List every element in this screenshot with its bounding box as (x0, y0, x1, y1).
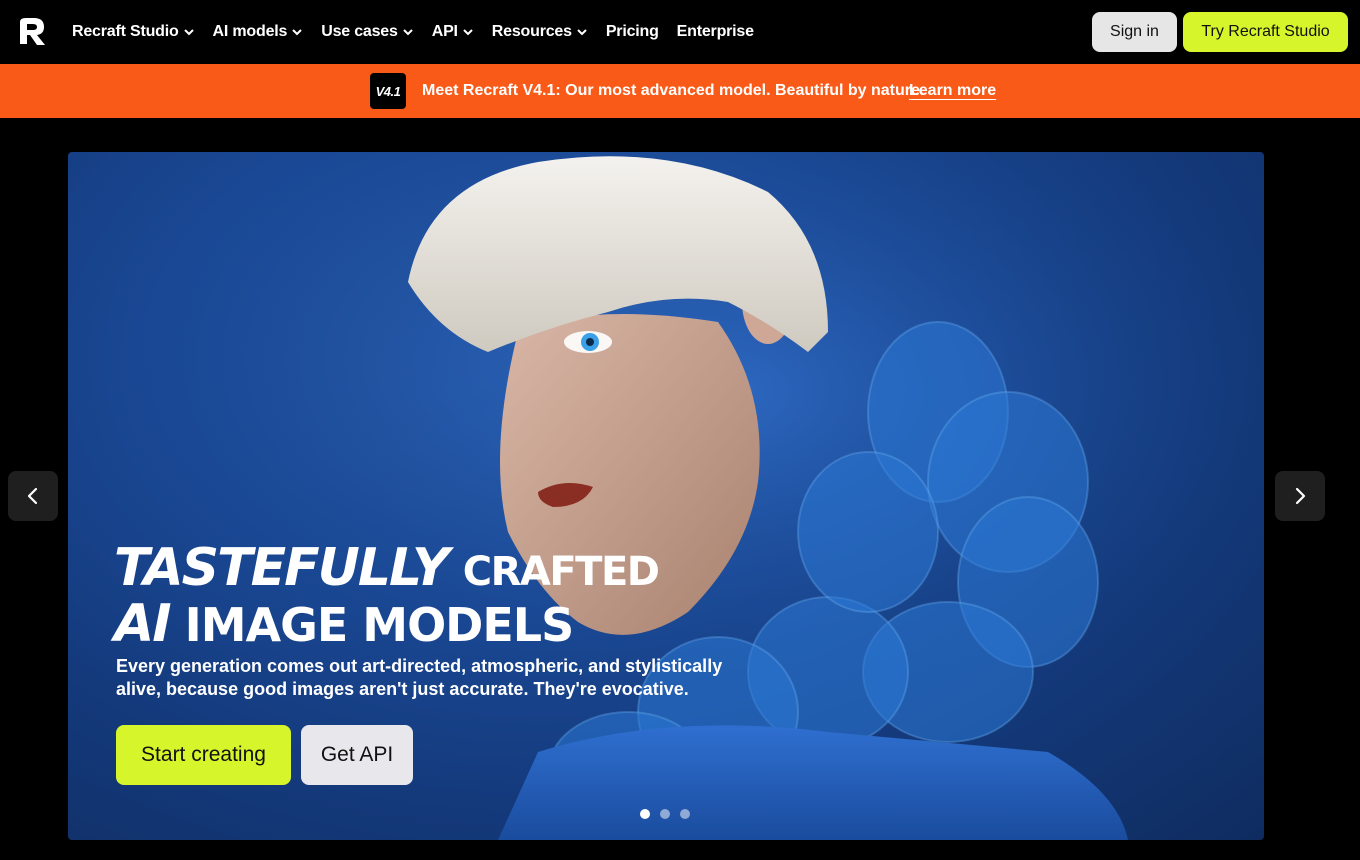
start-creating-button[interactable]: Start creating (116, 725, 291, 785)
nav-item-label: Resources (491, 23, 572, 40)
hero-title-word: CRAFTED (462, 549, 660, 595)
nav-links: Recraft Studio AI models Use cases API R… (72, 0, 772, 64)
chevron-down-icon (183, 29, 194, 36)
hero-title-word: TASTEFULLY (114, 538, 450, 598)
hero-title: TASTEFULLY CRAFTED AI IMAGE MODELS (114, 542, 660, 652)
carousel-dot[interactable] (640, 809, 650, 819)
version-badge: V4.1 (370, 73, 406, 109)
recraft-logo-icon[interactable] (16, 16, 48, 48)
nav-item-label: API (431, 23, 458, 40)
nav-item-ai-models[interactable]: AI models (213, 23, 304, 41)
nav-item-api[interactable]: API (432, 23, 474, 41)
nav-item-use-cases[interactable]: Use cases (321, 23, 414, 41)
nav-item-label: Use cases (321, 23, 398, 40)
nav-item-label: Pricing (605, 23, 659, 40)
chevron-right-icon (1295, 487, 1306, 505)
try-recraft-studio-button[interactable]: Try Recraft Studio (1183, 12, 1348, 52)
nav-item-enterprise[interactable]: Enterprise (677, 23, 754, 41)
carousel-dot[interactable] (660, 809, 670, 819)
hero-subtitle: Every generation comes out art-directed,… (116, 656, 723, 699)
nav-item-pricing[interactable]: Pricing (606, 23, 659, 41)
top-navigation: Recraft Studio AI models Use cases API R… (0, 0, 1360, 64)
chevron-down-icon (403, 29, 413, 36)
sign-in-button[interactable]: Sign in (1092, 12, 1177, 52)
nav-item-label: Enterprise (676, 23, 754, 40)
nav-item-recraft-studio[interactable]: Recraft Studio (72, 23, 195, 41)
get-api-button[interactable]: Get API (301, 725, 413, 785)
nav-item-resources[interactable]: Resources (492, 23, 588, 41)
nav-item-label: AI models (212, 23, 288, 40)
announcement-banner: V4.1 Meet Recraft V4.1: Our most advance… (0, 64, 1360, 118)
chevron-down-icon (463, 29, 473, 36)
carousel-prev-button[interactable] (8, 471, 58, 521)
carousel-dots (640, 809, 690, 819)
hero-title-word: IMAGE MODELS (184, 598, 575, 652)
chevron-down-icon (577, 29, 587, 36)
nav-item-label: Recraft Studio (72, 23, 179, 40)
banner-text: Meet Recraft V4.1: Our most advanced mod… (422, 82, 925, 99)
chevron-down-icon (292, 29, 302, 36)
learn-more-link[interactable]: Learn more (909, 82, 996, 100)
chevron-left-icon (27, 487, 38, 505)
carousel-dot[interactable] (680, 809, 690, 819)
hero-carousel: TASTEFULLY CRAFTED AI IMAGE MODELS Every… (68, 152, 1264, 840)
hero-title-word: AI (114, 594, 172, 654)
carousel-next-button[interactable] (1275, 471, 1325, 521)
